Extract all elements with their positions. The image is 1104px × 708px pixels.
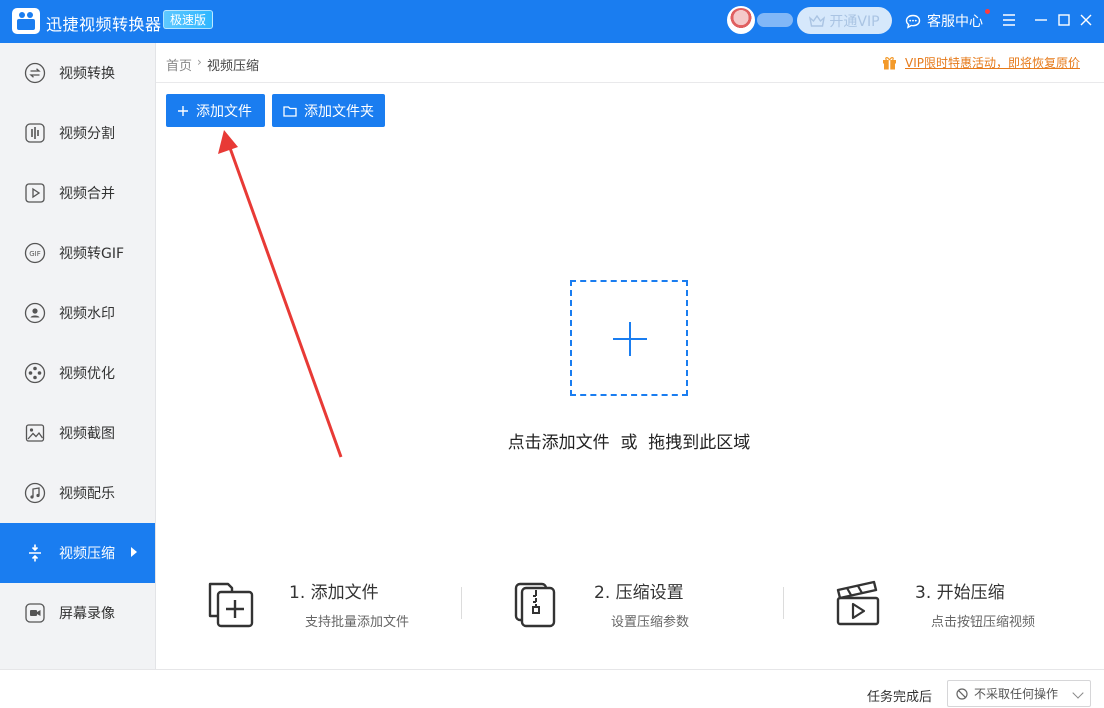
sidebar-item-music[interactable]: 视频配乐 [0,463,155,523]
record-icon [24,602,46,624]
sidebar-item-label: 屏幕录像 [59,606,115,622]
sidebar-item-label: 视频转换 [59,66,115,82]
breadcrumb-home[interactable]: 首页 [166,55,192,74]
add-file-button[interactable]: 添加文件 [166,94,265,127]
sidebar-item-screenshot[interactable]: 视频截图 [0,403,155,463]
sidebar-item-watermark[interactable]: 视频水印 [0,283,155,343]
prohibited-icon [956,687,968,700]
app-logo-icon [12,8,40,34]
user-avatar[interactable] [727,6,755,34]
after-task-select[interactable]: 不采取任何操作 [947,680,1091,707]
after-task-label: 任务完成后 [867,690,933,705]
sidebar-item-optimize[interactable]: 视频优化 [0,343,155,403]
compress-settings-icon [514,582,556,628]
folder-icon [283,105,297,117]
svg-text:GIF: GIF [29,250,41,258]
step-title: 1. 添加文件 [289,583,379,603]
service-center-label: 客服中心 [927,14,983,30]
add-file-label: 添加文件 [196,103,252,120]
menu-icon[interactable] [999,10,1019,30]
notification-dot [985,9,990,14]
convert-icon [24,62,46,84]
chat-icon [905,14,921,29]
crown-icon [809,14,826,27]
drop-zone[interactable] [570,280,688,396]
title-bar: 迅捷视频转换器 极速版 开通VIP 客服中心 [0,0,1104,43]
drop-zone-hint: 点击添加文件 或 拖拽到此区域 [507,433,751,453]
edition-badge: 极速版 [163,10,214,29]
vip-promo-text: VIP限时特惠活动，即将恢复原价 [905,56,1080,70]
vip-button-label: 开通VIP [829,13,880,30]
gift-icon [883,56,896,69]
maximize-icon[interactable] [1054,10,1074,30]
gif-icon: GIF [24,242,46,264]
sidebar-item-split[interactable]: 视频分割 [0,103,155,163]
step-desc: 设置压缩参数 [611,615,690,630]
plus-icon-vertical [629,322,631,356]
sidebar-item-label: 视频水印 [59,306,115,322]
sidebar-item-convert[interactable]: 视频转换 [0,43,155,103]
sidebar-item-label: 视频分割 [59,126,115,142]
clapperboard-icon [836,580,880,626]
vip-button[interactable]: 开通VIP [797,7,892,34]
chevron-right-icon [131,547,137,557]
step-desc: 支持批量添加文件 [305,615,410,630]
split-icon [24,122,46,144]
chevron-down-icon [1072,687,1084,699]
step-divider [783,587,784,619]
vip-promo-link[interactable]: VIP限时特惠活动，即将恢复原价 [882,54,1080,71]
step-add-file: 1. 添加文件 支持批量添加文件 [206,574,456,634]
minimize-icon[interactable] [1031,10,1051,30]
sidebar-item-record[interactable]: 屏幕录像 [0,583,155,643]
sidebar-item-label: 视频优化 [59,366,115,382]
step-divider [461,587,462,619]
step-desc: 点击按钮压缩视频 [931,615,1036,630]
optimize-icon [24,362,46,384]
screenshot-icon [24,422,46,444]
step-title: 3. 开始压缩 [915,583,1005,603]
username-blurred[interactable] [757,13,793,27]
breadcrumb-current: 视频压缩 [207,59,260,74]
watermark-icon [24,302,46,324]
step-start-compress: 3. 开始压缩 点击按钮压缩视频 [834,574,1074,634]
plus-icon [178,105,188,116]
step-compress-settings: 2. 压缩设置 设置压缩参数 [512,574,772,634]
breadcrumb: 首页 › 视频压缩 VIP限时特惠活动，即将恢复原价 [156,43,1104,83]
music-icon [24,482,46,504]
after-task-select-value: 不采取任何操作 [974,687,1059,701]
close-icon[interactable] [1076,10,1096,30]
sidebar-item-gif[interactable]: GIF 视频转GIF [0,223,155,283]
breadcrumb-separator: › [197,55,202,69]
footer-bar: 任务完成后 不采取任何操作 [0,669,1104,708]
sidebar: 视频转换 视频分割 视频合并 GIF 视频转GIF 视频水印 视频优化 视频截图… [0,43,156,669]
service-center-button[interactable]: 客服中心 [905,11,983,31]
sidebar-item-compress[interactable]: 视频压缩 [0,523,155,583]
merge-icon [24,182,46,204]
add-file-icon [208,582,254,628]
sidebar-item-label: 视频配乐 [59,486,115,502]
app-title: 迅捷视频转换器 [46,15,162,34]
sidebar-item-label: 视频压缩 [59,546,115,562]
step-title: 2. 压缩设置 [594,583,684,603]
sidebar-item-label: 视频截图 [59,426,115,442]
add-folder-label: 添加文件夹 [304,103,374,120]
add-folder-button[interactable]: 添加文件夹 [272,94,385,127]
sidebar-item-label: 视频转GIF [59,246,125,262]
sidebar-item-merge[interactable]: 视频合并 [0,163,155,223]
compress-icon [24,542,46,564]
sidebar-item-label: 视频合并 [59,186,115,202]
